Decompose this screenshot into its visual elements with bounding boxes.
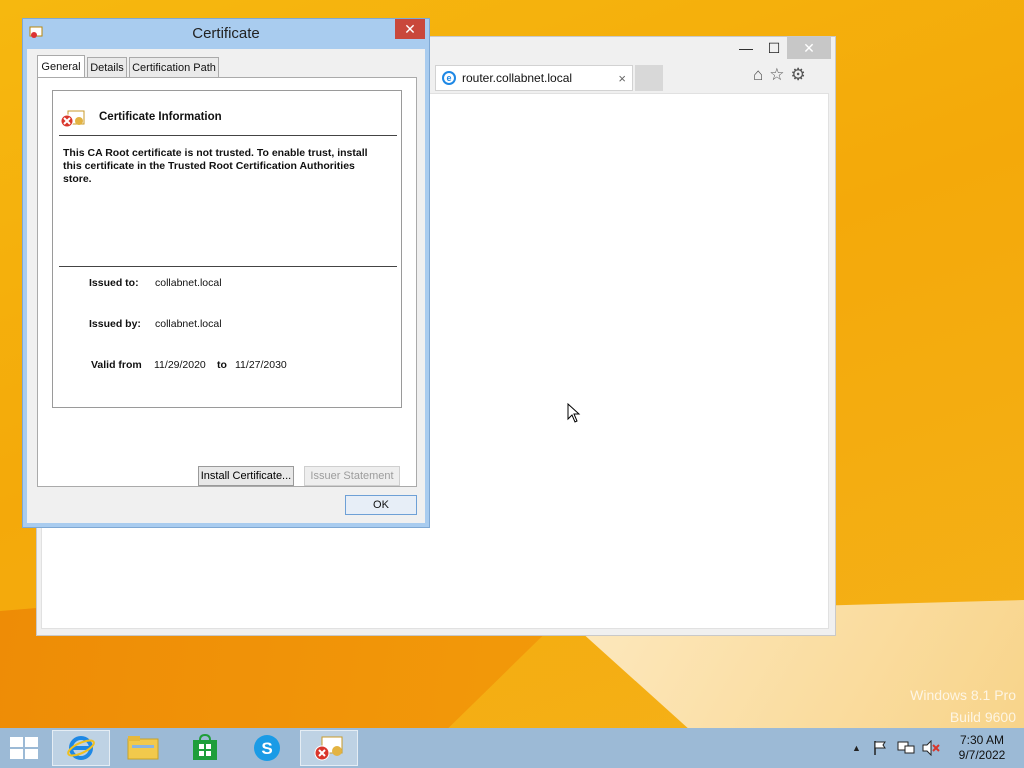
tab-details[interactable]: Details xyxy=(87,57,127,77)
folder-icon xyxy=(127,736,159,760)
clock-time: 7:30 AM xyxy=(959,733,1005,747)
issued-by-label: Issued by: xyxy=(89,318,141,330)
valid-from-label: Valid from xyxy=(91,359,142,371)
minimize-button[interactable]: — xyxy=(733,37,759,59)
start-button[interactable] xyxy=(10,737,38,759)
browser-close-button[interactable]: ✕ xyxy=(787,37,831,59)
info-heading: Certificate Information xyxy=(99,111,222,123)
install-certificate-button[interactable]: Install Certificate... xyxy=(198,466,294,486)
tab-general[interactable]: General xyxy=(37,55,85,77)
ok-button[interactable]: OK xyxy=(345,495,417,515)
issued-to-value: collabnet.local xyxy=(155,277,222,289)
gear-icon[interactable]: ⚙ xyxy=(791,65,806,85)
browser-tab[interactable]: e router.collabnet.local × xyxy=(435,65,633,91)
ie-icon: e xyxy=(442,71,456,85)
dialog-body: General Details Certification Path Certi… xyxy=(27,49,425,523)
valid-to-label: to xyxy=(217,359,227,371)
certificate-untrusted-icon xyxy=(314,736,343,761)
home-icon[interactable]: ⌂ xyxy=(753,65,763,85)
certificate-info-box: Certificate Information This CA Root cer… xyxy=(52,90,402,408)
taskbar-store[interactable] xyxy=(176,730,234,766)
mouse-cursor-icon xyxy=(567,403,581,423)
valid-from-value: 11/29/2020 xyxy=(154,359,206,371)
issued-by-value: collabnet.local xyxy=(155,318,222,330)
taskbar-certificate[interactable] xyxy=(300,730,358,766)
taskbar: S ▲ 7:30 AM 9/7/2022 xyxy=(0,728,1024,768)
system-clock[interactable]: 7:30 AM 9/7/2022 xyxy=(948,733,1016,763)
tab-title: router.collabnet.local xyxy=(462,71,573,85)
internet-explorer-icon xyxy=(67,736,95,760)
watermark-edition: Windows 8.1 Pro xyxy=(910,687,1016,703)
valid-to-value: 11/27/2030 xyxy=(235,359,287,371)
certificate-dialog: Certificate ✕ General Details Certificat… xyxy=(22,18,430,528)
favorites-star-icon[interactable]: ☆ xyxy=(769,65,784,85)
volume-muted-icon[interactable] xyxy=(922,740,940,756)
dialog-close-button[interactable]: ✕ xyxy=(395,19,425,39)
action-center-flag-icon[interactable] xyxy=(872,740,888,756)
taskbar-skype[interactable]: S xyxy=(238,730,296,766)
tab-close-icon[interactable]: × xyxy=(618,71,626,86)
clock-date: 9/7/2022 xyxy=(958,748,1006,762)
svg-text:S: S xyxy=(261,739,272,758)
skype-icon: S xyxy=(254,735,280,761)
trust-warning-text: This CA Root certificate is not trusted.… xyxy=(63,147,368,185)
windows-logo-icon xyxy=(10,737,23,747)
watermark-build: Build 9600 xyxy=(949,709,1016,725)
new-tab-button[interactable] xyxy=(635,65,663,91)
windows-watermark: Windows 8.1 Pro Build 9600 xyxy=(910,684,1016,728)
store-icon xyxy=(193,734,217,760)
maximize-button[interactable]: ☐ xyxy=(761,37,787,59)
divider xyxy=(59,135,397,136)
issued-to-label: Issued to: xyxy=(89,277,139,289)
show-hidden-icons-button[interactable]: ▲ xyxy=(852,743,861,753)
certificate-untrusted-icon xyxy=(60,110,85,128)
network-icon[interactable] xyxy=(897,740,915,756)
taskbar-file-explorer[interactable] xyxy=(114,730,172,766)
tab-certification-path[interactable]: Certification Path xyxy=(129,57,219,77)
taskbar-internet-explorer[interactable] xyxy=(52,730,110,766)
issuer-statement-button[interactable]: Issuer Statement xyxy=(304,466,400,486)
divider xyxy=(59,266,397,267)
dialog-title: Certificate xyxy=(192,25,260,42)
general-tab-panel: Certificate Information This CA Root cer… xyxy=(37,77,417,487)
browser-toolbar: ⌂ ☆ ⚙ xyxy=(753,65,806,85)
